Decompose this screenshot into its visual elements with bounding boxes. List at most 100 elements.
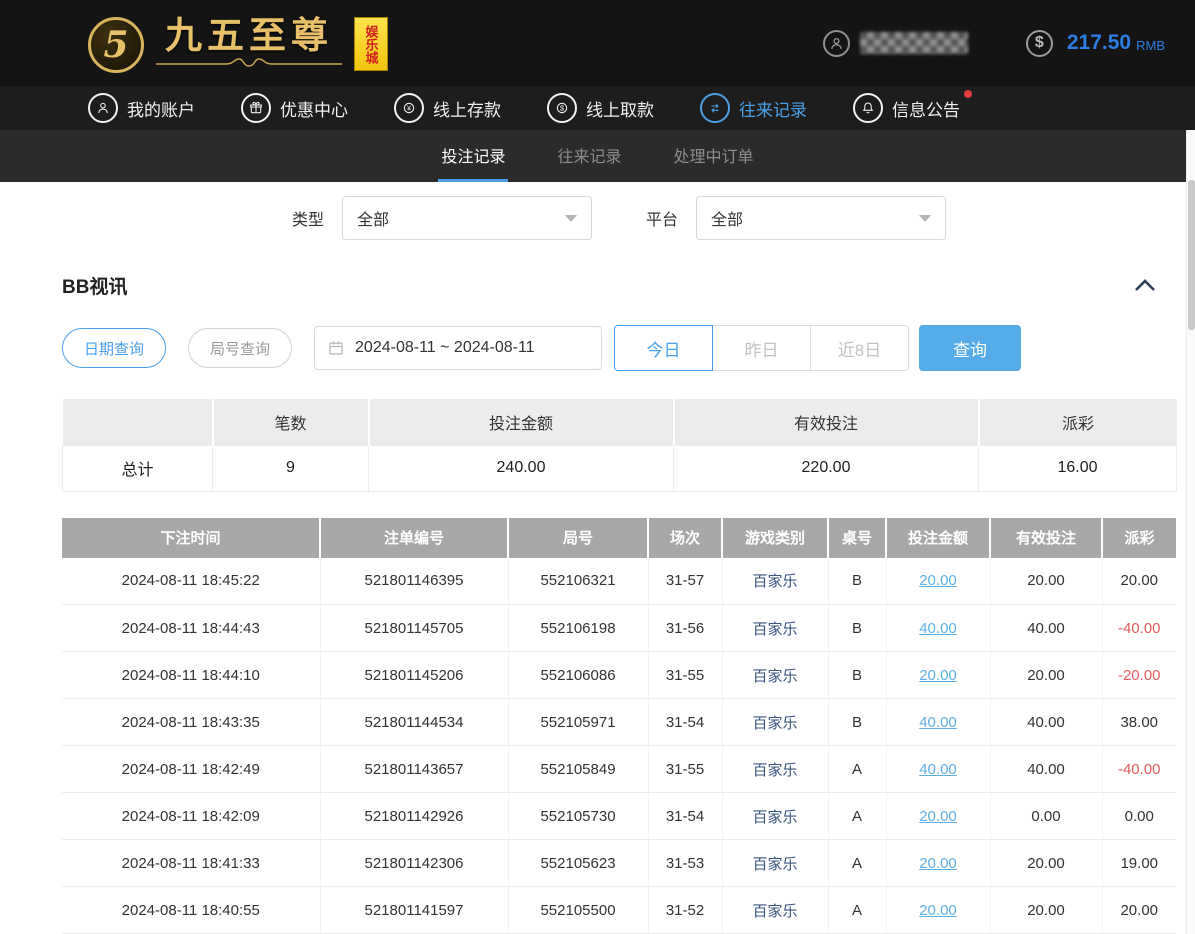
- scrollbar[interactable]: [1186, 130, 1195, 934]
- table-cell: 40.00: [886, 746, 990, 793]
- table-cell: 31-53: [648, 840, 722, 887]
- username-blurred: [860, 32, 968, 54]
- table-cell: B: [828, 652, 886, 699]
- round-query-button[interactable]: 局号查询: [188, 328, 292, 368]
- today-button[interactable]: 今日: [614, 325, 713, 371]
- query-controls: 日期查询 局号查询 2024-08-11 ~ 2024-08-11 今日 昨日 …: [62, 325, 1176, 371]
- table-cell: 521801145206: [320, 652, 508, 699]
- bet-amount-link[interactable]: 20.00: [919, 572, 957, 589]
- table-cell: 40.00: [990, 699, 1102, 746]
- nav-label: 往来记录: [739, 96, 807, 121]
- tab-transaction-records[interactable]: 往来记录: [554, 130, 624, 182]
- tab-bet-records[interactable]: 投注记录: [438, 130, 508, 182]
- table-cell: 552105730: [508, 793, 648, 840]
- column-header: 局号: [508, 518, 648, 558]
- table-cell: 百家乐: [722, 887, 828, 934]
- date-query-button[interactable]: 日期查询: [62, 328, 166, 368]
- table-cell: 521801141597: [320, 887, 508, 934]
- table-row: 2024-08-11 18:40:55521801141597552105500…: [62, 887, 1176, 934]
- last-8-days-button[interactable]: 近8日: [810, 325, 909, 371]
- table-cell: -40.00: [1102, 605, 1176, 652]
- user-avatar-icon[interactable]: [823, 30, 850, 57]
- table-cell: A: [828, 840, 886, 887]
- section-header: BB视讯: [62, 272, 1176, 299]
- summary-total-count: 9: [213, 445, 369, 491]
- type-filter-select[interactable]: 全部: [342, 196, 592, 240]
- table-cell: 31-54: [648, 699, 722, 746]
- nav-item-deposit[interactable]: ¥ 线上存款: [394, 93, 501, 123]
- nav-item-my-account[interactable]: 我的账户: [88, 93, 195, 123]
- table-cell: 2024-08-11 18:45:22: [62, 558, 320, 605]
- transfer-arrows-icon: [700, 93, 730, 123]
- table-cell: 552105500: [508, 887, 648, 934]
- type-filter-value: 全部: [357, 206, 389, 230]
- nav-item-announcements[interactable]: 信息公告: [853, 93, 960, 123]
- table-cell: 2024-08-11 18:40:55: [62, 887, 320, 934]
- column-header: 场次: [648, 518, 722, 558]
- filter-row: 类型 全部 平台 全部: [62, 196, 1176, 240]
- yesterday-button[interactable]: 昨日: [712, 325, 811, 371]
- nav-label: 我的账户: [127, 96, 195, 121]
- table-row: 2024-08-11 18:41:33521801142306552105623…: [62, 840, 1176, 887]
- column-header: 下注时间: [62, 518, 320, 558]
- nav-item-promotions[interactable]: 优惠中心: [241, 93, 348, 123]
- withdraw-dollar-icon: $: [547, 93, 577, 123]
- bet-amount-link[interactable]: 20.00: [919, 902, 957, 919]
- table-cell: 2024-08-11 18:42:49: [62, 746, 320, 793]
- summary-header-empty: [63, 399, 213, 445]
- type-filter-label: 类型: [292, 206, 324, 230]
- table-cell: 20.00: [886, 793, 990, 840]
- brand-name: 九五至尊: [165, 13, 333, 57]
- table-cell: 百家乐: [722, 840, 828, 887]
- table-cell: 2024-08-11 18:41:33: [62, 840, 320, 887]
- date-range-input[interactable]: 2024-08-11 ~ 2024-08-11: [314, 326, 602, 370]
- balance-currency: RMB: [1136, 38, 1165, 53]
- flourish-ornament-icon: [154, 57, 344, 71]
- main-content: 类型 全部 平台 全部 BB视讯 日期查询 局号查询: [0, 196, 1195, 934]
- table-cell: 552105849: [508, 746, 648, 793]
- table-cell: 552106086: [508, 652, 648, 699]
- collapse-section-button[interactable]: [1134, 279, 1156, 292]
- nav-item-transaction-records[interactable]: 往来记录: [700, 93, 807, 123]
- column-header: 注单编号: [320, 518, 508, 558]
- bet-amount-link[interactable]: 40.00: [919, 620, 957, 637]
- summary-header-payout: 派彩: [979, 399, 1177, 445]
- bet-amount-link[interactable]: 40.00: [919, 761, 957, 778]
- bet-amount-link[interactable]: 20.00: [919, 855, 957, 872]
- search-button[interactable]: 查询: [919, 325, 1021, 371]
- summary-header-row: 笔数 投注金额 有效投注 派彩: [63, 399, 1177, 445]
- table-cell: 521801142926: [320, 793, 508, 840]
- table-cell: 0.00: [1102, 793, 1176, 840]
- bell-icon: [853, 93, 883, 123]
- column-header: 投注金额: [886, 518, 990, 558]
- platform-filter-select[interactable]: 全部: [696, 196, 946, 240]
- column-header: 游戏类别: [722, 518, 828, 558]
- summary-total-payout: 16.00: [979, 445, 1177, 491]
- table-cell: B: [828, 605, 886, 652]
- table-cell: -20.00: [1102, 652, 1176, 699]
- page: 5 九五至尊 娱乐城 $ 217.50 RMB: [0, 0, 1195, 934]
- summary-header-count: 笔数: [213, 399, 369, 445]
- bet-amount-link[interactable]: 40.00: [919, 714, 957, 731]
- table-cell: 百家乐: [722, 605, 828, 652]
- table-cell: 2024-08-11 18:44:43: [62, 605, 320, 652]
- table-cell: 31-52: [648, 887, 722, 934]
- tab-processing-orders[interactable]: 处理中订单: [671, 130, 757, 182]
- table-cell: 521801146395: [320, 558, 508, 605]
- nav-label: 优惠中心: [280, 96, 348, 121]
- scrollbar-thumb[interactable]: [1188, 180, 1195, 330]
- bet-amount-link[interactable]: 20.00: [919, 808, 957, 825]
- summary-header-bet-amount: 投注金额: [369, 399, 674, 445]
- table-cell: 20.00: [886, 652, 990, 699]
- calendar-icon: [327, 339, 345, 357]
- table-row: 2024-08-11 18:42:09521801142926552105730…: [62, 793, 1176, 840]
- nav-item-withdraw[interactable]: $ 线上取款: [547, 93, 654, 123]
- summary-total-bet-amount: 240.00: [369, 445, 674, 491]
- table-cell: 0.00: [990, 793, 1102, 840]
- main-nav: 我的账户 优惠中心 ¥ 线上存款: [0, 86, 1195, 130]
- brand-logo[interactable]: 5 九五至尊 娱乐城: [88, 13, 388, 73]
- top-header: 5 九五至尊 娱乐城 $ 217.50 RMB: [0, 0, 1195, 86]
- bet-amount-link[interactable]: 20.00: [919, 667, 957, 684]
- table-cell: A: [828, 887, 886, 934]
- chevron-up-icon: [1134, 279, 1156, 292]
